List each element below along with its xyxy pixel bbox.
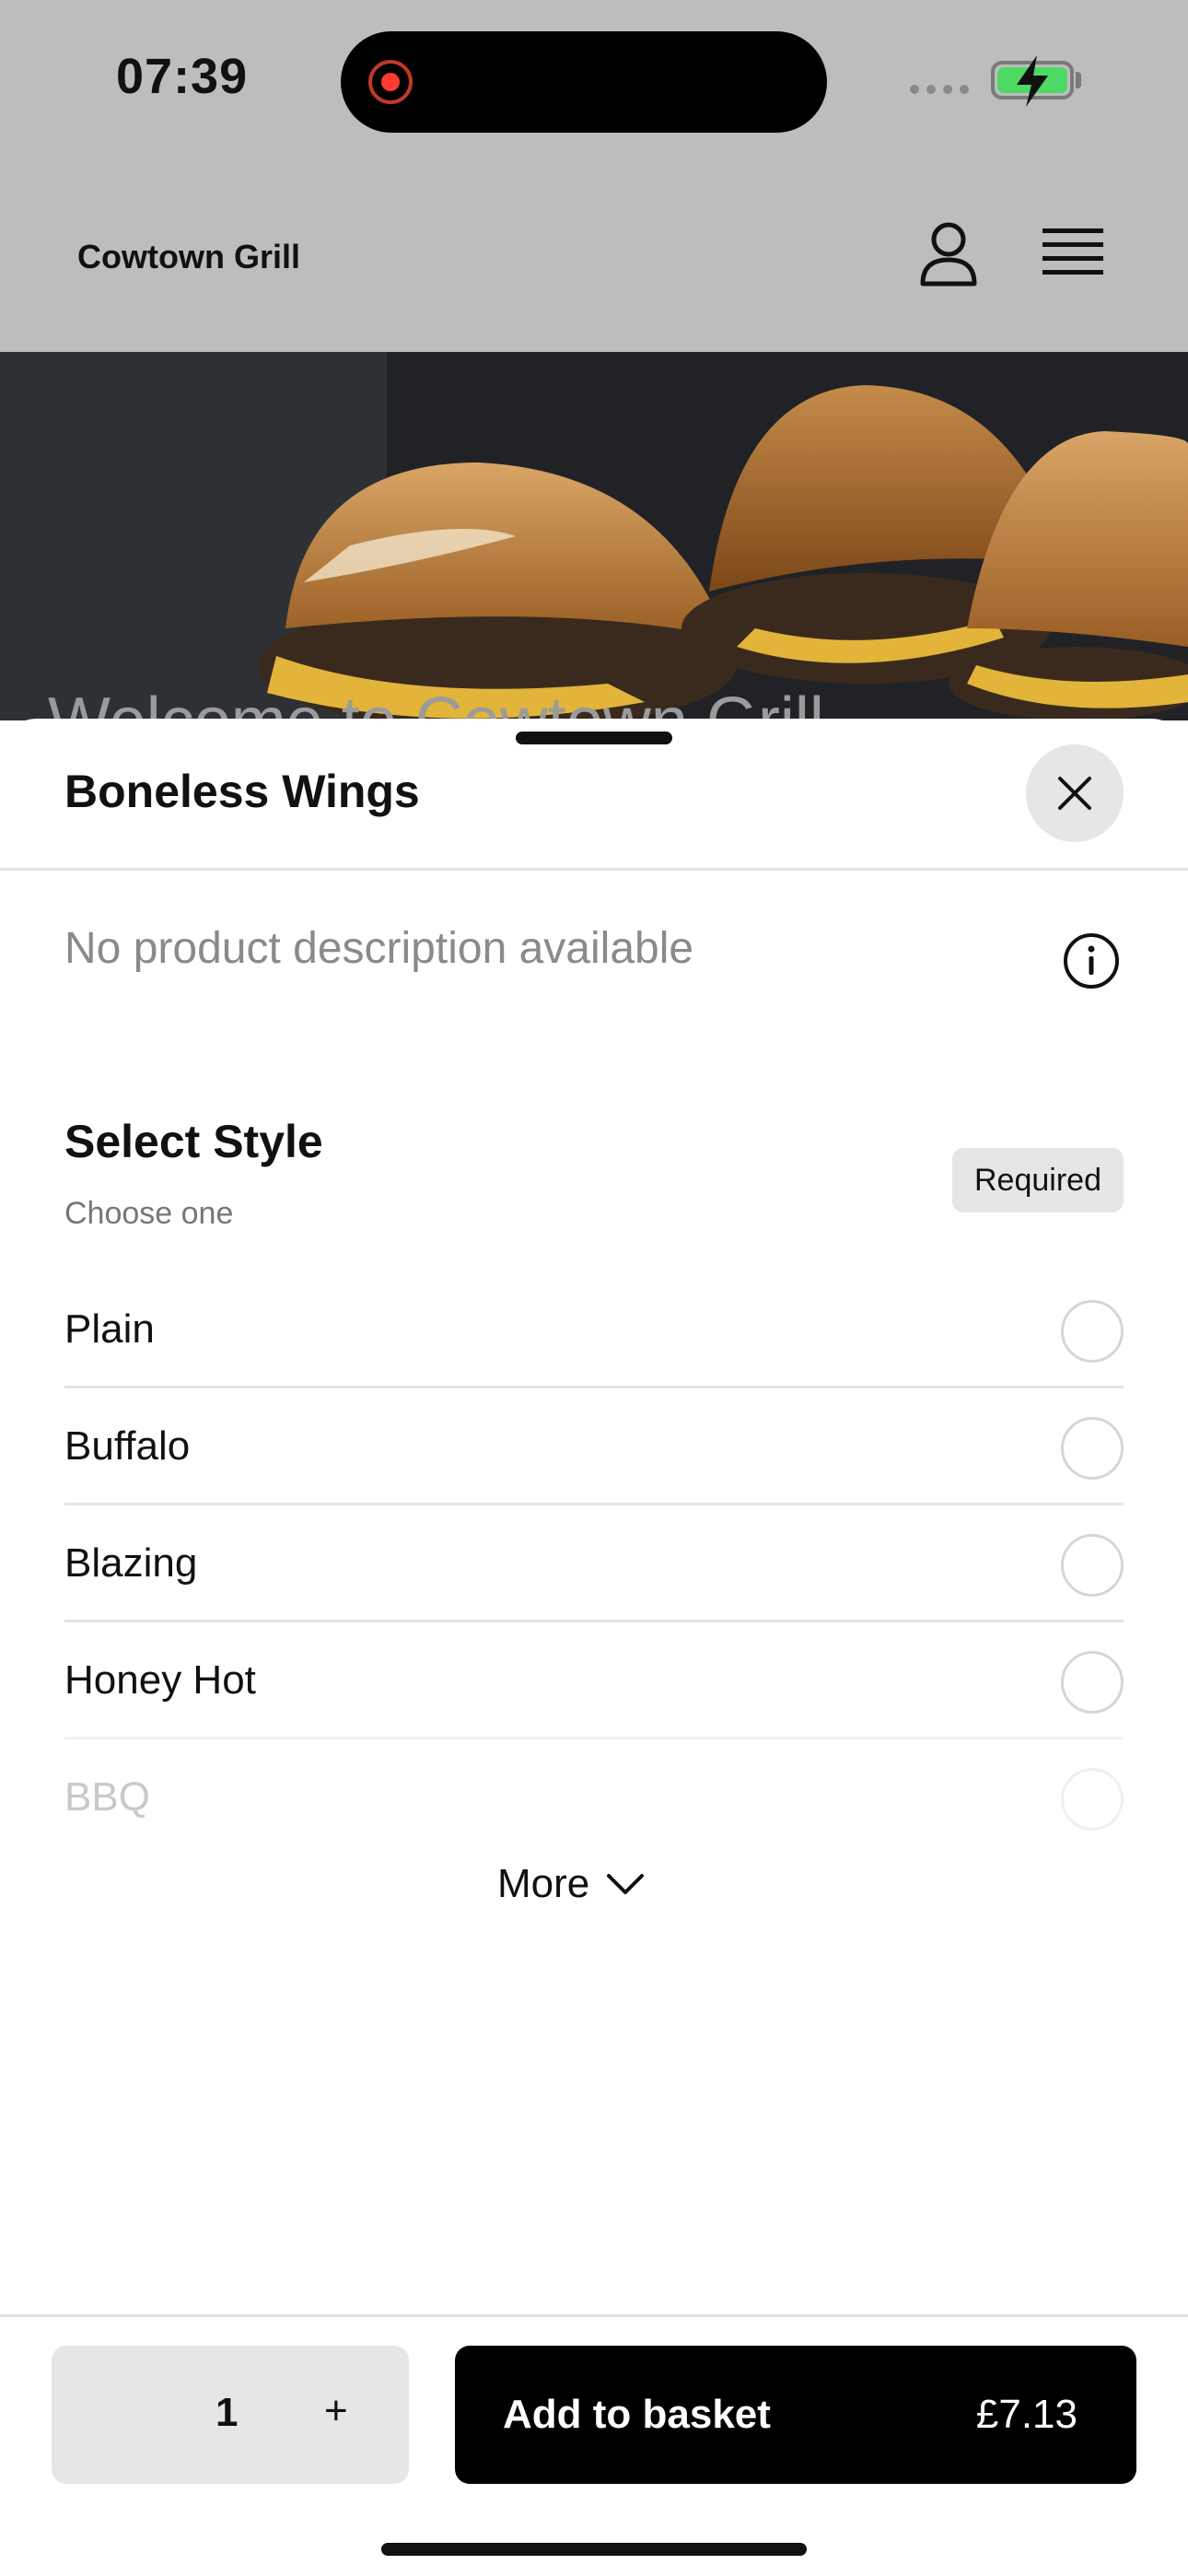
burger-image <box>0 352 1188 720</box>
footer-divider <box>0 2314 1188 2317</box>
radio-button[interactable] <box>1061 1651 1124 1714</box>
brand-name[interactable]: Cowtown Grill <box>77 238 300 276</box>
quantity-value: 1 <box>215 2390 239 2435</box>
info-icon[interactable] <box>1063 932 1120 989</box>
quantity-stepper: 1 + <box>52 2346 409 2484</box>
option-label: Honey Hot <box>64 1657 256 1703</box>
hero-title: Welcome to Cowtown Grill <box>48 684 824 720</box>
status-bar: 07:39 <box>0 0 1188 175</box>
section-subtitle: Choose one <box>64 1196 234 1231</box>
menu-icon[interactable] <box>1042 227 1103 280</box>
option-label: Buffalo <box>64 1423 191 1469</box>
recording-icon <box>368 60 413 104</box>
radio-button[interactable] <box>1061 1534 1124 1597</box>
option-label: Plain <box>64 1306 155 1352</box>
add-to-basket-label: Add to basket <box>503 2392 771 2437</box>
close-icon <box>1058 777 1091 810</box>
option-honey-hot[interactable]: Honey Hot <box>64 1622 1124 1739</box>
price-label: £7.13 <box>975 2392 1077 2437</box>
more-button[interactable]: More <box>497 1861 645 1907</box>
option-label: Blazing <box>64 1540 198 1586</box>
battery-tip <box>1076 72 1081 88</box>
header-divider <box>0 868 1188 871</box>
option-buffalo[interactable]: Buffalo <box>64 1388 1124 1505</box>
radio-button[interactable] <box>1061 1417 1124 1480</box>
product-description: No product description available <box>64 924 694 973</box>
app-header: Cowtown Grill <box>0 175 1188 352</box>
signal-icon <box>910 85 969 94</box>
option-bbq[interactable]: BBQ <box>64 1739 1124 1856</box>
section-title: Select Style <box>64 1116 323 1167</box>
radio-button[interactable] <box>1061 1768 1124 1831</box>
hero-banner: Welcome to Cowtown Grill <box>0 352 1188 720</box>
dynamic-island <box>341 31 827 133</box>
style-options: Plain Buffalo Blazing Honey Hot BBQ <box>64 1271 1124 1856</box>
required-badge: Required <box>952 1148 1124 1212</box>
home-indicator <box>381 2543 807 2556</box>
sheet-grabber[interactable] <box>516 732 672 744</box>
close-button[interactable] <box>1026 744 1124 842</box>
radio-button[interactable] <box>1061 1300 1124 1363</box>
add-to-basket-button[interactable]: Add to basket £7.13 <box>455 2346 1136 2484</box>
option-label: BBQ <box>64 1774 150 1820</box>
account-icon[interactable] <box>917 221 980 287</box>
increment-button[interactable]: + <box>324 2388 348 2434</box>
product-sheet: Boneless Wings No product description av… <box>0 719 1188 2576</box>
status-time: 07:39 <box>116 49 249 104</box>
option-plain[interactable]: Plain <box>64 1271 1124 1388</box>
chevron-down-icon <box>607 1874 645 1894</box>
option-blazing[interactable]: Blazing <box>64 1505 1124 1622</box>
charging-bolt-icon <box>1017 55 1048 107</box>
product-title: Boneless Wings <box>64 766 420 817</box>
more-label: More <box>497 1861 590 1906</box>
